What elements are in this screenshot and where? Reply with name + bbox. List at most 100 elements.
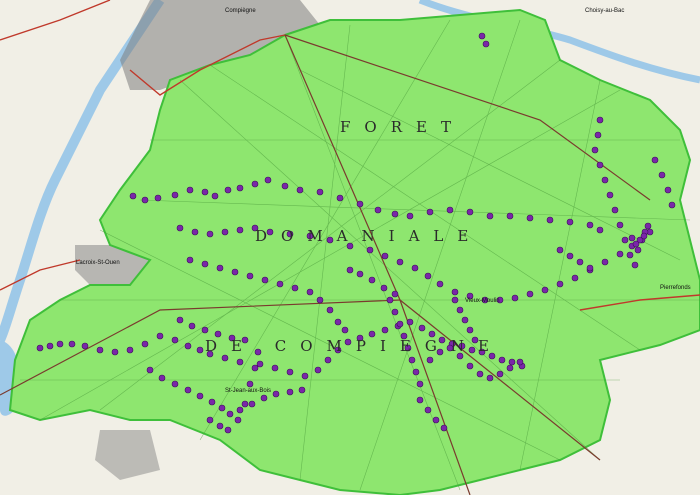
survey-point-marker[interactable] xyxy=(466,326,474,334)
survey-point-marker[interactable] xyxy=(186,256,194,264)
survey-point-marker[interactable] xyxy=(566,252,574,260)
survey-point-marker[interactable] xyxy=(301,372,309,380)
survey-point-marker[interactable] xyxy=(346,266,354,274)
survey-point-marker[interactable] xyxy=(186,186,194,194)
survey-point-marker[interactable] xyxy=(596,161,604,169)
survey-point-marker[interactable] xyxy=(334,318,342,326)
survey-point-marker[interactable] xyxy=(634,246,642,254)
survey-point-marker[interactable] xyxy=(611,206,619,214)
survey-point-marker[interactable] xyxy=(314,366,322,374)
survey-point-marker[interactable] xyxy=(426,356,434,364)
survey-point-marker[interactable] xyxy=(236,226,244,234)
survey-point-marker[interactable] xyxy=(381,252,389,260)
survey-point-marker[interactable] xyxy=(412,368,420,376)
survey-point-marker[interactable] xyxy=(644,222,652,230)
survey-point-marker[interactable] xyxy=(486,212,494,220)
survey-point-marker[interactable] xyxy=(201,260,209,268)
survey-point-marker[interactable] xyxy=(506,212,514,220)
survey-point-marker[interactable] xyxy=(478,32,486,40)
survey-point-marker[interactable] xyxy=(406,318,414,326)
survey-point-marker[interactable] xyxy=(184,386,192,394)
survey-point-marker[interactable] xyxy=(206,230,214,238)
survey-point-marker[interactable] xyxy=(596,226,604,234)
survey-point-marker[interactable] xyxy=(436,280,444,288)
survey-point-marker[interactable] xyxy=(286,388,294,396)
survey-point-marker[interactable] xyxy=(336,194,344,202)
survey-point-marker[interactable] xyxy=(601,176,609,184)
survey-point-marker[interactable] xyxy=(496,370,504,378)
survey-point-marker[interactable] xyxy=(368,276,376,284)
survey-point-marker[interactable] xyxy=(251,364,259,372)
survey-point-marker[interactable] xyxy=(396,258,404,266)
survey-point-marker[interactable] xyxy=(211,192,219,200)
survey-point-marker[interactable] xyxy=(380,284,388,292)
survey-point-marker[interactable] xyxy=(129,192,137,200)
survey-point-marker[interactable] xyxy=(374,206,382,214)
survey-point-marker[interactable] xyxy=(476,370,484,378)
survey-point-marker[interactable] xyxy=(241,400,249,408)
survey-point-marker[interactable] xyxy=(566,218,574,226)
survey-point-marker[interactable] xyxy=(201,188,209,196)
survey-point-marker[interactable] xyxy=(508,358,516,366)
survey-point-marker[interactable] xyxy=(298,386,306,394)
survey-point-marker[interactable] xyxy=(264,176,272,184)
survey-point-marker[interactable] xyxy=(188,322,196,330)
map-viewport[interactable]: FORET DOMANIALE DE COMPIEGNE Lacroix-St-… xyxy=(0,0,700,495)
survey-point-marker[interactable] xyxy=(456,306,464,314)
survey-point-marker[interactable] xyxy=(591,146,599,154)
survey-point-marker[interactable] xyxy=(154,194,162,202)
survey-point-marker[interactable] xyxy=(46,342,54,350)
survey-point-marker[interactable] xyxy=(231,268,239,276)
survey-point-marker[interactable] xyxy=(606,191,614,199)
survey-point-marker[interactable] xyxy=(511,294,519,302)
survey-point-marker[interactable] xyxy=(506,364,514,372)
survey-point-marker[interactable] xyxy=(664,186,672,194)
survey-point-marker[interactable] xyxy=(386,296,394,304)
survey-point-marker[interactable] xyxy=(486,374,494,382)
survey-point-marker[interactable] xyxy=(246,272,254,280)
survey-point-marker[interactable] xyxy=(36,344,44,352)
survey-point-marker[interactable] xyxy=(158,374,166,382)
survey-point-marker[interactable] xyxy=(234,416,242,424)
survey-point-marker[interactable] xyxy=(291,284,299,292)
survey-point-marker[interactable] xyxy=(271,364,279,372)
survey-point-marker[interactable] xyxy=(446,206,454,214)
survey-point-marker[interactable] xyxy=(221,354,229,362)
survey-point-marker[interactable] xyxy=(261,276,269,284)
survey-point-marker[interactable] xyxy=(224,426,232,434)
survey-point-marker[interactable] xyxy=(196,346,204,354)
survey-point-marker[interactable] xyxy=(176,224,184,232)
survey-point-marker[interactable] xyxy=(201,326,209,334)
survey-point-marker[interactable] xyxy=(326,306,334,314)
survey-point-marker[interactable] xyxy=(156,332,164,340)
survey-point-marker[interactable] xyxy=(631,261,639,269)
survey-point-marker[interactable] xyxy=(516,358,524,366)
survey-point-marker[interactable] xyxy=(432,416,440,424)
survey-point-marker[interactable] xyxy=(594,131,602,139)
survey-point-marker[interactable] xyxy=(316,296,324,304)
survey-point-marker[interactable] xyxy=(306,288,314,296)
survey-point-marker[interactable] xyxy=(246,380,254,388)
survey-point-marker[interactable] xyxy=(596,116,604,124)
survey-point-marker[interactable] xyxy=(218,404,226,412)
survey-point-marker[interactable] xyxy=(286,368,294,376)
survey-point-marker[interactable] xyxy=(396,320,404,328)
survey-point-marker[interactable] xyxy=(406,212,414,220)
survey-point-marker[interactable] xyxy=(576,258,584,266)
survey-point-marker[interactable] xyxy=(356,200,364,208)
survey-point-marker[interactable] xyxy=(341,326,349,334)
survey-point-marker[interactable] xyxy=(56,340,64,348)
survey-point-marker[interactable] xyxy=(411,264,419,272)
survey-point-marker[interactable] xyxy=(206,416,214,424)
survey-point-marker[interactable] xyxy=(571,274,579,282)
survey-point-marker[interactable] xyxy=(658,171,666,179)
survey-point-marker[interactable] xyxy=(141,196,149,204)
survey-point-marker[interactable] xyxy=(81,342,89,350)
survey-point-marker[interactable] xyxy=(171,336,179,344)
survey-point-marker[interactable] xyxy=(426,208,434,216)
survey-point-marker[interactable] xyxy=(632,240,640,248)
survey-point-marker[interactable] xyxy=(541,286,549,294)
survey-point-marker[interactable] xyxy=(111,348,119,356)
survey-point-marker[interactable] xyxy=(324,356,332,364)
survey-point-marker[interactable] xyxy=(391,210,399,218)
